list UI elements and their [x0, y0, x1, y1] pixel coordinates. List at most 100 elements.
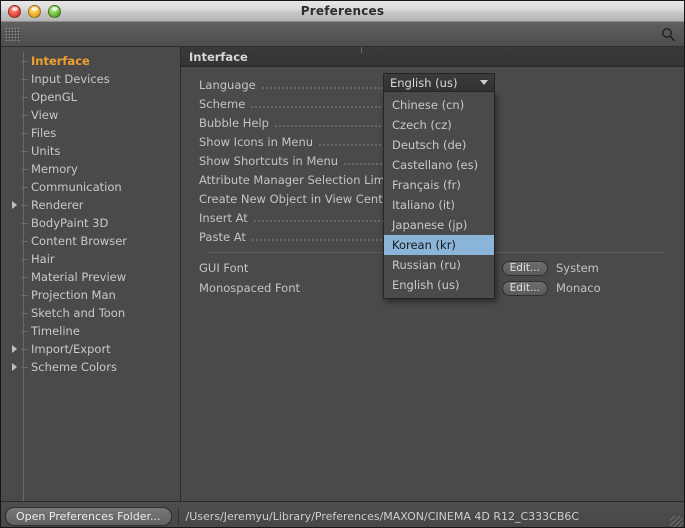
tree-branch-line: [21, 258, 28, 260]
tree-branch-line: [21, 96, 28, 98]
sidebar-item-label: Import/Export: [31, 342, 111, 356]
sidebar-item-content-browser[interactable]: Content Browser: [1, 232, 180, 250]
chevron-right-icon[interactable]: [9, 200, 19, 210]
traffic-light-group: [1, 4, 61, 18]
sidebar-item-files[interactable]: Files: [1, 124, 180, 142]
font-edit-button[interactable]: Edit...: [501, 280, 548, 296]
sidebar-item-interface[interactable]: Interface: [1, 52, 180, 70]
font-setting-label: Monospaced Font: [199, 281, 301, 295]
preferences-window: Preferences Interface Input Devices OpenGL…: [0, 0, 685, 528]
tree-branch-line: [21, 114, 28, 116]
zoom-button[interactable]: [48, 4, 61, 18]
sidebar-item-label: Scheme Colors: [31, 360, 117, 374]
sidebar-item-timeline[interactable]: Timeline: [1, 322, 180, 340]
setting-label: Show Icons in Menu: [199, 134, 314, 149]
dropdown-option[interactable]: Czech (cz): [384, 115, 494, 135]
bottom-bar: Open Preferences Folder... /Users/Jeremy…: [1, 501, 684, 527]
sidebar-item-communication[interactable]: Communication: [1, 178, 180, 196]
language-select[interactable]: English (us): [383, 73, 495, 92]
window-body: Interface Input Devices OpenGL View Files Uni…: [1, 47, 684, 501]
sidebar-item-label: Input Devices: [31, 72, 110, 86]
tree-branch-line: [21, 204, 28, 206]
dropdown-option[interactable]: Français (fr): [384, 175, 494, 195]
tree-branch-line: [21, 78, 28, 80]
sidebar-item-label: Content Browser: [31, 234, 127, 248]
preferences-main-panel: Interface Language Scheme Bubble Help Show …: [181, 47, 684, 501]
chevron-down-icon: [480, 80, 488, 85]
sidebar-item-label: BodyPaint 3D: [31, 216, 109, 230]
preferences-path-field[interactable]: /Users/Jeremyu/Library/Preferences/MAXON…: [177, 507, 668, 525]
setting-label: Insert At: [199, 210, 248, 225]
sidebar-item-label: Units: [31, 144, 61, 158]
tree-branch-line: [21, 186, 28, 188]
sidebar-item-label: Timeline: [31, 324, 80, 338]
sidebar-item-label: View: [31, 108, 59, 122]
chevron-right-icon[interactable]: [9, 362, 19, 372]
font-value: System: [556, 261, 599, 275]
sidebar-item-opengl[interactable]: OpenGL: [1, 88, 180, 106]
chevron-right-icon[interactable]: [9, 344, 19, 354]
setting-label: Create New Object in View Center: [199, 191, 395, 206]
sidebar-item-material-preview[interactable]: Material Preview: [1, 268, 180, 286]
sidebar-item-view[interactable]: View: [1, 106, 180, 124]
dropdown-option[interactable]: Japanese (jp): [384, 215, 494, 235]
sidebar-item-label: Communication: [31, 180, 122, 194]
dropdown-option[interactable]: Italiano (it): [384, 195, 494, 215]
dropdown-option[interactable]: Castellano (es): [384, 155, 494, 175]
tree-branch-line: [21, 366, 28, 368]
sidebar-item-hair[interactable]: Hair: [1, 250, 180, 268]
tree-branch-line: [21, 222, 28, 224]
close-button[interactable]: [8, 4, 21, 18]
sidebar-item-label: Files: [31, 126, 57, 140]
dropdown-option[interactable]: Korean (kr): [384, 235, 494, 255]
sidebar-item-renderer[interactable]: Renderer: [1, 196, 180, 214]
search-icon[interactable]: [658, 25, 678, 43]
resize-grip-icon[interactable]: [670, 516, 683, 527]
sidebar-list: Interface Input Devices OpenGL View Files Uni…: [1, 52, 180, 376]
setting-label: Scheme: [199, 96, 246, 111]
dropdown-option[interactable]: English (us): [384, 275, 494, 295]
open-preferences-folder-button[interactable]: Open Preferences Folder...: [5, 506, 172, 526]
font-edit-button[interactable]: Edit...: [501, 260, 548, 276]
dropdown-option[interactable]: Chinese (cn): [384, 95, 494, 115]
sidebar-item-input-devices[interactable]: Input Devices: [1, 70, 180, 88]
window-title: Preferences: [300, 4, 385, 18]
tree-branch-line: [21, 312, 28, 314]
sidebar-item-scheme-colors[interactable]: Scheme Colors: [1, 358, 180, 376]
language-select-value: English (us): [390, 75, 458, 90]
sidebar-item-label: Projection Man: [31, 288, 116, 302]
sidebar-item-label: Renderer: [31, 198, 84, 212]
drag-grip-icon[interactable]: [5, 27, 21, 41]
tree-branch-line: [21, 276, 28, 278]
language-dropdown-menu[interactable]: Chinese (cn) Czech (cz) Deutsch (de) Castel…: [383, 92, 495, 299]
sidebar-item-import-export[interactable]: Import/Export: [1, 340, 180, 358]
title-bar: Preferences: [1, 1, 684, 22]
sidebar-item-sketch-and-toon[interactable]: Sketch and Toon: [1, 304, 180, 322]
minimize-button[interactable]: [28, 4, 41, 18]
preferences-sidebar: Interface Input Devices OpenGL View Files Uni…: [1, 47, 181, 501]
sidebar-item-units[interactable]: Units: [1, 142, 180, 160]
search-bar: [1, 22, 684, 47]
sidebar-item-bodypaint-3d[interactable]: BodyPaint 3D: [1, 214, 180, 232]
sidebar-item-projection-man[interactable]: Projection Man: [1, 286, 180, 304]
sidebar-item-label: Material Preview: [31, 270, 127, 284]
font-value: Monaco: [556, 281, 601, 295]
sidebar-item-label: Interface: [31, 54, 90, 68]
setting-label: Paste At: [199, 229, 246, 244]
sidebar-item-memory[interactable]: Memory: [1, 160, 180, 178]
dropdown-option[interactable]: Deutsch (de): [384, 135, 494, 155]
search-input[interactable]: [21, 25, 658, 43]
dropdown-option[interactable]: Russian (ru): [384, 255, 494, 275]
sidebar-item-label: Sketch and Toon: [31, 306, 126, 320]
